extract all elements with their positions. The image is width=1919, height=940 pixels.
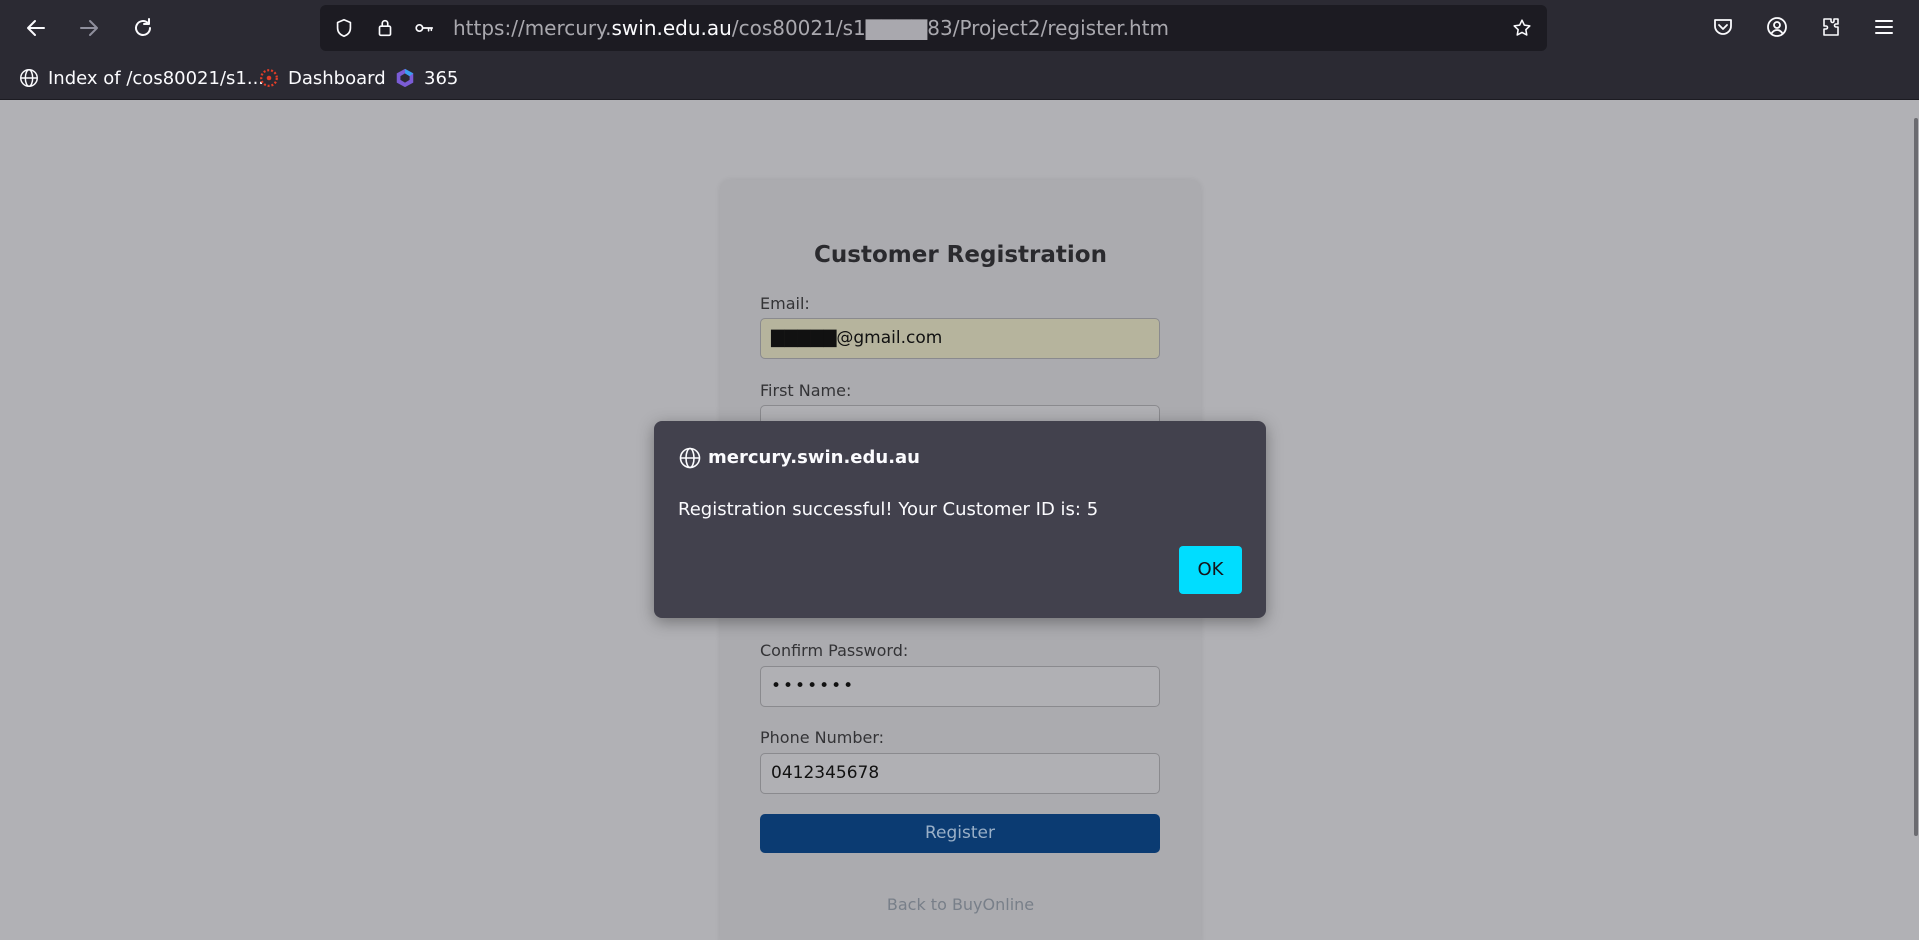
extensions-button[interactable]: [1816, 12, 1846, 42]
url-host: swin.edu.au: [611, 16, 732, 40]
key-icon: [415, 23, 434, 33]
confirm-password-label: Confirm Password:: [760, 641, 909, 660]
hamburger-menu-icon: [1875, 20, 1893, 34]
reload-icon: [135, 18, 151, 36]
back-button[interactable]: [18, 10, 54, 46]
back-link[interactable]: Back to BuyOnline: [720, 895, 1201, 914]
url-bar[interactable]: https://mercury.swin.edu.au/cos80021/s1▇…: [320, 5, 1547, 51]
site-info-button[interactable]: [373, 16, 397, 40]
account-icon: [1767, 17, 1787, 37]
first-name-label: First Name:: [760, 381, 852, 400]
browser-toolbar: https://mercury.swin.edu.au/cos80021/s1▇…: [0, 0, 1919, 56]
bookmark-index[interactable]: Index of /cos80021/s1...: [18, 56, 264, 100]
tracking-protection-button[interactable]: [332, 16, 356, 40]
bookmarks-bar: Index of /cos80021/s1... Dashboard 365: [0, 56, 1919, 100]
shield-icon: [336, 18, 352, 38]
forward-button[interactable]: [71, 10, 107, 46]
globe-icon: [679, 447, 701, 469]
dialog-message: Registration successful! Your Customer I…: [678, 499, 1099, 520]
dialog-host: mercury.swin.edu.au: [708, 447, 920, 468]
puzzle-icon: [1823, 18, 1839, 36]
url-prefix: https://mercury.: [453, 16, 612, 40]
email-label: Email:: [760, 294, 810, 313]
lock-icon: [378, 19, 392, 37]
page-scrollbar[interactable]: [1911, 100, 1919, 940]
account-button[interactable]: [1762, 12, 1792, 42]
bookmark-star-button[interactable]: [1510, 16, 1534, 40]
bookmark-365[interactable]: 365: [394, 56, 458, 100]
globe-icon: [20, 69, 38, 87]
scroll-thumb[interactable]: [1914, 118, 1918, 836]
arrow-right-icon: [80, 20, 98, 36]
ok-button[interactable]: OK: [1179, 546, 1242, 594]
phone-field[interactable]: 0412345678: [760, 753, 1160, 794]
pocket-button[interactable]: [1708, 12, 1738, 42]
bookmark-dashboard[interactable]: Dashboard: [258, 56, 386, 100]
page-title: Customer Registration: [814, 242, 1107, 268]
arrow-left-icon: [27, 20, 45, 36]
email-field[interactable]: ▇▇▇▇▇@gmail.com: [760, 318, 1160, 359]
alert-dialog: mercury.swin.edu.au Registration success…: [654, 421, 1266, 618]
pocket-icon: [1714, 19, 1732, 35]
bookmark-label: Dashboard: [288, 67, 386, 89]
bookmark-label: Index of /cos80021/s1...: [48, 67, 265, 89]
bookmark-label: 365: [424, 67, 459, 89]
star-icon: [1513, 19, 1531, 36]
reload-button[interactable]: [125, 10, 161, 46]
phone-label: Phone Number:: [760, 728, 885, 747]
register-button[interactable]: Register: [760, 814, 1160, 853]
password-manager-button[interactable]: [412, 16, 436, 40]
menu-button[interactable]: [1869, 12, 1899, 42]
confirm-password-field[interactable]: •••••••: [760, 666, 1160, 707]
canvas-logo-icon: [260, 69, 278, 87]
url-text[interactable]: https://mercury.swin.edu.au/cos80021/s1▇…: [453, 5, 1169, 51]
microsoft-365-icon: [396, 68, 414, 88]
url-path: /cos80021/s1▇▇▇▇83/Project2/register.htm: [731, 16, 1169, 40]
